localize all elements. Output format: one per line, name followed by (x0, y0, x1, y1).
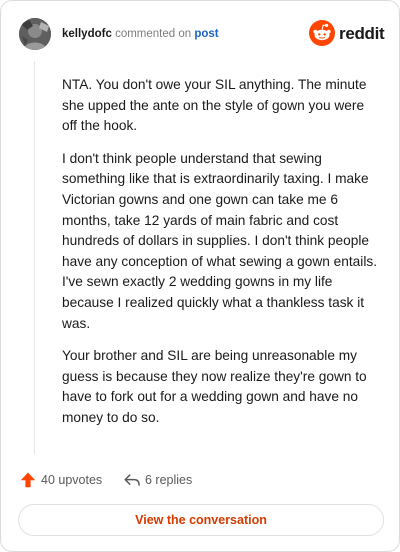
view-conversation-button[interactable]: View the conversation (18, 504, 384, 536)
post-link[interactable]: post (194, 28, 218, 40)
avatar-image (19, 18, 51, 50)
upvotes-count: 40 upvotes (41, 473, 103, 487)
reddit-logo-icon (309, 20, 335, 46)
comment-body: NTA. You don't owe your SIL anything. Th… (62, 75, 380, 429)
comment-stats: 40 upvotes 6 replies (19, 471, 379, 489)
reply-arrow-icon (124, 474, 140, 486)
thread-line (34, 61, 35, 454)
byline-action-text: commented on (115, 28, 192, 40)
upvotes-stat[interactable]: 40 upvotes (19, 471, 102, 489)
embedded-comment-card: kellydofc commented on post reddit NTA. … (0, 0, 400, 552)
comment-byline: kellydofc commented on post (62, 27, 219, 41)
upvote-arrow-icon (20, 472, 36, 488)
replies-stat[interactable]: 6 replies (123, 471, 192, 489)
user-avatar[interactable] (19, 18, 51, 50)
username-link[interactable]: kellydofc (62, 28, 112, 40)
reddit-wordmark: reddit (339, 24, 385, 43)
reddit-brand[interactable]: reddit (309, 20, 385, 48)
comment-header: kellydofc commented on post reddit (19, 18, 385, 50)
replies-count: 6 replies (145, 473, 193, 487)
comment-paragraph: I don't think people understand that sew… (62, 150, 378, 331)
comment-paragraph: Your brother and SIL are being unreasona… (62, 348, 367, 425)
comment-paragraph: NTA. You don't owe your SIL anything. Th… (62, 77, 367, 134)
